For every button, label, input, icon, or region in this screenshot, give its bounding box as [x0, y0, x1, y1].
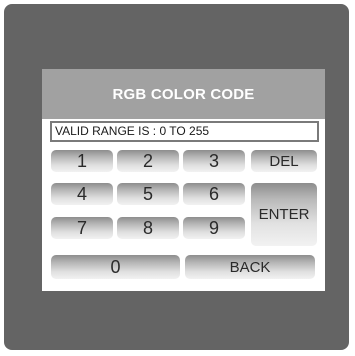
- dialog-title: RGB COLOR CODE: [42, 69, 325, 119]
- key-9-button[interactable]: 9: [183, 217, 245, 239]
- enter-button[interactable]: ENTER: [251, 183, 317, 246]
- back-button[interactable]: BACK: [185, 255, 315, 279]
- key-0-button[interactable]: 0: [51, 255, 180, 279]
- key-2-button[interactable]: 2: [117, 150, 179, 172]
- key-3-button[interactable]: 3: [183, 150, 245, 172]
- value-display-field[interactable]: VALID RANGE IS : 0 TO 255: [50, 121, 319, 142]
- key-1-button[interactable]: 1: [51, 150, 113, 172]
- key-6-button[interactable]: 6: [183, 183, 245, 205]
- rgb-keypad-dialog: RGB COLOR CODE VALID RANGE IS : 0 TO 255…: [42, 69, 325, 291]
- key-8-button[interactable]: 8: [117, 217, 179, 239]
- key-5-button[interactable]: 5: [117, 183, 179, 205]
- key-7-button[interactable]: 7: [51, 217, 113, 239]
- key-4-button[interactable]: 4: [51, 183, 113, 205]
- delete-button[interactable]: DEL: [251, 150, 317, 172]
- screen-frame: RGB COLOR CODE VALID RANGE IS : 0 TO 255…: [0, 0, 355, 356]
